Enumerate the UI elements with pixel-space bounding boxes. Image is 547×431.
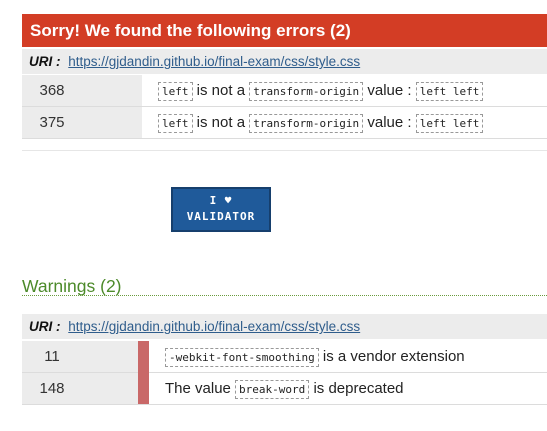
errors-title: Sorry! We found the following errors (2): [30, 21, 351, 40]
error-line-number: 375: [22, 107, 82, 138]
error-text-mid: is not a: [196, 82, 246, 99]
badge-heart-line: I ♥: [209, 194, 233, 207]
warning-line-number: 11: [22, 341, 82, 372]
error-row-gutter: [82, 75, 142, 106]
warnings-uri-label: URI :: [29, 319, 61, 334]
warning-prefix: The value: [165, 380, 231, 397]
warning-row: 11 -webkit-font-smoothing is a vendor ex…: [22, 341, 547, 372]
error-message: left is not a transform-origin value : l…: [158, 107, 484, 138]
warning-row-gutter: [82, 373, 142, 404]
error-text-mid: is not a: [196, 114, 246, 131]
error-value-code: left left: [415, 114, 484, 133]
warnings-uri-link[interactable]: https://gjdandin.github.io/final-exam/cs…: [68, 319, 360, 334]
warning-row-gutter: [82, 341, 142, 372]
error-message: left is not a transform-origin value : l…: [158, 75, 484, 106]
error-text-value: value :: [367, 114, 412, 131]
row-divider: [22, 138, 547, 139]
error-type-code: transform-origin: [249, 82, 364, 101]
error-type-code: transform-origin: [249, 114, 364, 133]
errors-header: Sorry! We found the following errors (2): [22, 14, 547, 47]
warning-message: -webkit-font-smoothing is a vendor exten…: [165, 341, 465, 372]
warning-line-number: 148: [22, 373, 82, 404]
error-property-code: left: [158, 114, 193, 133]
error-value-code: left left: [415, 82, 484, 101]
i-love-validator-badge[interactable]: I ♥ VALIDATOR: [171, 187, 271, 232]
error-property-code: left: [158, 82, 193, 101]
error-text-value: value :: [367, 82, 412, 99]
warnings-underline: [22, 295, 547, 296]
warning-row: 148 The value break-word is deprecated: [22, 373, 547, 404]
warning-code: -webkit-font-smoothing: [165, 348, 319, 367]
warning-severity-bar: [138, 341, 149, 404]
warning-message: The value break-word is deprecated: [165, 373, 404, 404]
row-divider: [22, 404, 547, 405]
error-line-number: 368: [22, 75, 82, 106]
error-row: 368 left is not a transform-origin value…: [22, 75, 547, 106]
error-row: 375 left is not a transform-origin value…: [22, 107, 547, 138]
errors-uri-link[interactable]: https://gjdandin.github.io/final-exam/cs…: [68, 54, 360, 69]
badge-validator-line: VALIDATOR: [186, 210, 256, 223]
warning-suffix: is deprecated: [313, 380, 404, 397]
warning-suffix: is a vendor extension: [322, 348, 465, 365]
validator-results-page: Sorry! We found the following errors (2)…: [0, 0, 547, 431]
errors-uri-row: URI : https://gjdandin.github.io/final-e…: [22, 49, 547, 74]
error-row-gutter: [82, 107, 142, 138]
warning-code: break-word: [235, 380, 310, 399]
errors-uri-label: URI :: [29, 54, 61, 69]
section-divider: [22, 150, 547, 151]
warnings-uri-row: URI : https://gjdandin.github.io/final-e…: [22, 314, 547, 339]
